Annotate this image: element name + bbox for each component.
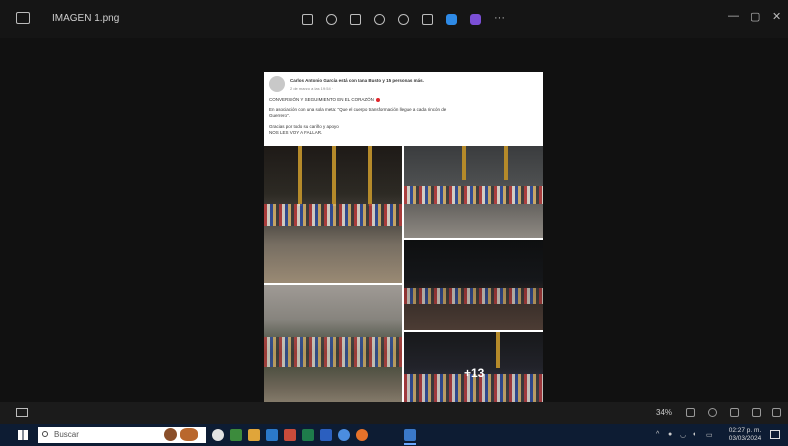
rotate-icon[interactable] [326, 13, 337, 25]
photos-app-icon [16, 12, 30, 24]
post-meta: 2 de marzo a las 19:54 · [290, 86, 334, 91]
close-button[interactable]: ✕ [772, 10, 781, 23]
event-photo-3 [404, 240, 543, 330]
onedrive-icon[interactable] [446, 13, 457, 25]
fit-icon[interactable] [730, 408, 739, 417]
edge-icon[interactable] [230, 429, 242, 441]
zoom-level: 34% [656, 408, 673, 417]
post-text-line4: NOS LES VOY A FALLAR. [269, 130, 323, 135]
tray-chevron-icon[interactable]: ^ [656, 431, 659, 438]
keyboard-icon[interactable]: ▭ [706, 431, 713, 439]
firefox-icon[interactable] [356, 429, 368, 441]
info-icon[interactable] [398, 13, 409, 25]
zoom-out-icon[interactable] [686, 408, 695, 417]
crop-icon[interactable] [302, 13, 313, 25]
viewer-toolbar: ··· [302, 10, 510, 28]
search-icon [42, 431, 48, 437]
excel-icon[interactable] [302, 429, 314, 441]
viewer-bottom-bar: 34% [0, 402, 788, 424]
task-view-icon[interactable] [212, 429, 224, 441]
chrome-icon[interactable] [338, 429, 350, 441]
tray-app-icon[interactable]: ● [668, 431, 672, 438]
favorite-icon[interactable] [374, 13, 385, 25]
clock-date: 03/03/2024 [728, 435, 762, 442]
avatar [269, 76, 285, 92]
clipchamp-icon[interactable] [470, 13, 481, 25]
store-icon[interactable] [266, 429, 278, 441]
filmstrip-icon[interactable] [16, 408, 28, 417]
more-icon[interactable]: ··· [494, 12, 510, 25]
photos-taskbar-icon[interactable] [404, 429, 416, 445]
volume-icon[interactable]: ◖ [692, 431, 696, 438]
clock-time: 02:27 p. m. [728, 427, 762, 434]
notification-icon[interactable] [770, 430, 780, 439]
word-icon[interactable] [320, 429, 332, 441]
zoom-in-icon[interactable] [708, 408, 717, 417]
windows-taskbar: Buscar ^ ● ◡ ◖ ▭ 02:27 p. m. 03/03/2024 [0, 424, 788, 446]
file-name: IMAGEN 1.png [52, 13, 120, 24]
start-button-icon[interactable] [18, 430, 28, 440]
search-placeholder: Buscar [54, 430, 79, 439]
image-stage: Carlos Antonio García está con Iana Bust… [0, 38, 788, 439]
post-text-line3: Gracias por todo su cariño y apoyo [269, 124, 339, 129]
actual-size-icon[interactable] [752, 408, 761, 417]
minimize-button[interactable]: — [728, 10, 739, 22]
taskbar-clock[interactable]: 02:27 p. m. 03/03/2024 [728, 427, 762, 443]
post-author: Carlos Antonio García está con Iana Bust… [290, 78, 424, 83]
fullscreen-icon[interactable] [772, 408, 781, 417]
viewer-title-bar: IMAGEN 1.png ··· — ▢ ✕ [0, 0, 788, 38]
office-icon[interactable] [284, 429, 296, 441]
search-highlight-icon [164, 428, 177, 441]
event-photo-2 [404, 146, 543, 238]
event-photo-1 [264, 146, 402, 283]
delete-icon[interactable] [350, 13, 361, 25]
post-text-line1: CONVERSIÓN Y SEGUIMIENTO EN EL CORAZÓN [269, 97, 380, 102]
search-highlight-icon-2 [180, 428, 198, 441]
facebook-post-image: Carlos Antonio García está con Iana Bust… [264, 72, 543, 439]
post-text-line2: En asociación con una sola meta: "Que el… [269, 107, 447, 112]
heart-icon [375, 97, 380, 102]
file-explorer-icon[interactable] [248, 429, 260, 441]
maximize-button[interactable]: ▢ [750, 10, 760, 23]
edit-icon[interactable] [422, 13, 433, 25]
post-text-line2b: Guerrero". [269, 113, 290, 118]
network-icon[interactable]: ◡ [680, 431, 686, 439]
more-photos-count: +13 [464, 366, 485, 380]
